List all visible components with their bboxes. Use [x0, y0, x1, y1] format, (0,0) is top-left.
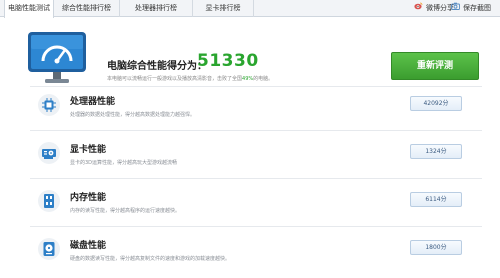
save-screenshot-link[interactable]: 保存截图 — [451, 0, 491, 17]
score-description: 本电脑可以流畅运行一般游戏以及播放高清影音，击败了全国49%的电脑。 — [107, 75, 273, 82]
camera-icon — [451, 0, 460, 16]
divider — [30, 178, 482, 179]
memory-icon — [38, 190, 60, 212]
weibo-icon — [414, 0, 423, 16]
metric-row-disk: 磁盘性能 硬盘的数据读写性能，得分越高复制文件的速度和游戏的加载速度越快。 18… — [30, 228, 482, 272]
metric-row-cpu: 处理器性能 处理器的数据处理性能，得分越高数据处理能力越强悍。 42092分 — [30, 84, 482, 128]
metric-score: 1324分 — [410, 144, 462, 159]
weibo-share-label: 微博分享 — [426, 4, 454, 12]
score-summary: 电脑综合性能得分为： 51330 本电脑可以流畅运行一般游戏以及播放高清影音，击… — [0, 18, 500, 83]
metric-score: 1800分 — [410, 240, 462, 255]
tab-gpu-ranking[interactable]: 显卡排行榜 — [193, 0, 254, 17]
divider — [30, 130, 482, 131]
cpu-icon — [38, 94, 60, 116]
metric-row-memory: 内存性能 内存的读写性能，得分越高程序的运行速度越快。 6114分 — [30, 180, 482, 224]
score-label: 电脑综合性能得分为： — [107, 61, 207, 72]
tab-bar: 电脑性能测试 综合性能排行榜 处理器排行榜 显卡排行榜 微博分享 保存截图 — [0, 0, 500, 18]
metric-title: 处理器性能 — [70, 97, 116, 107]
metric-description: 内存的读写性能，得分越高程序的运行速度越快。 — [70, 208, 181, 214]
metric-row-gpu: 显卡性能 显卡的3D运算性能，得分越高玩大型游戏越流畅 1324分 — [30, 132, 482, 176]
retest-button[interactable]: 重新评测 — [391, 52, 479, 80]
divider — [30, 226, 482, 227]
score-percentile: 49% — [242, 76, 254, 82]
graphics-card-icon — [38, 142, 60, 164]
score-description-text: 本电脑可以流畅运行一般游戏以及播放高清影音，击败了全国 — [107, 76, 243, 82]
metric-title: 磁盘性能 — [70, 241, 107, 251]
metric-description: 显卡的3D运算性能，得分越高玩大型游戏越流畅 — [70, 160, 178, 166]
metric-description: 硬盘的数据读写性能，得分越高复制文件的速度和游戏的加载速度越快。 — [70, 256, 231, 262]
overall-score: 51330 — [197, 51, 259, 71]
metric-score: 42092分 — [410, 96, 462, 111]
metric-title: 显卡性能 — [70, 145, 107, 155]
metric-title: 内存性能 — [70, 193, 107, 203]
save-screenshot-label: 保存截图 — [463, 4, 491, 12]
metric-description: 处理器的数据处理性能，得分越高数据处理能力越强悍。 — [70, 112, 196, 118]
tab-overall-ranking[interactable]: 综合性能排行榜 — [54, 0, 120, 17]
weibo-share-link[interactable]: 微博分享 — [414, 0, 454, 17]
tab-performance-test[interactable]: 电脑性能测试 — [4, 0, 54, 18]
tab-cpu-ranking[interactable]: 处理器排行榜 — [120, 0, 193, 17]
hard-disk-icon — [38, 238, 60, 260]
metric-score: 6114分 — [410, 192, 462, 207]
score-description-end: 的电脑。 — [253, 76, 274, 82]
